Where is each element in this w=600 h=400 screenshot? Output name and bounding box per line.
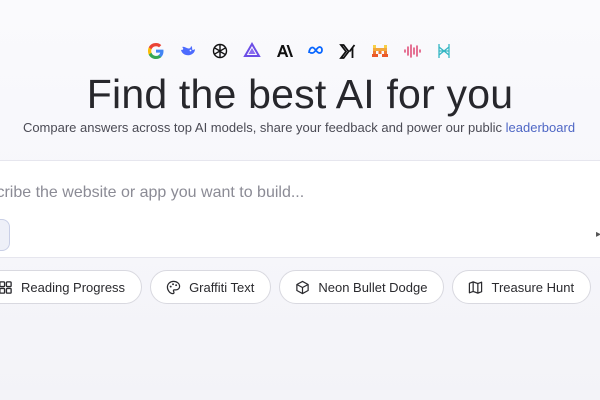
map-icon xyxy=(467,279,483,295)
openai-icon xyxy=(211,42,229,60)
suggestion-chip-label: Treasure Hunt xyxy=(491,279,575,295)
google-icon xyxy=(147,42,165,60)
attach-button[interactable] xyxy=(0,219,10,251)
prompt-box: ▸ xyxy=(0,160,600,258)
suggestion-chip-label: Neon Bullet Dodge xyxy=(318,279,428,295)
grid-layout-icon xyxy=(0,279,13,295)
purple-triangle-icon xyxy=(243,42,261,60)
mistral-icon xyxy=(371,42,389,60)
meta-icon xyxy=(307,42,325,60)
suggestion-chip-treasure-hunt[interactable]: Treasure Hunt xyxy=(452,270,592,304)
anthropic-icon xyxy=(275,42,293,60)
leaderboard-link[interactable]: leaderboard xyxy=(506,120,575,135)
prompt-input[interactable] xyxy=(0,181,568,205)
deepseek-whale-icon xyxy=(179,42,197,60)
cyan-network-icon xyxy=(435,42,453,60)
suggestion-chip-neon-bullet-dodge[interactable]: Neon Bullet Dodge xyxy=(279,270,445,304)
suggestion-chip-graffiti-text[interactable]: Graffiti Text xyxy=(150,270,272,304)
suggestion-chip-reading-progress[interactable]: Reading Progress xyxy=(0,270,143,304)
send-button[interactable]: ▸ xyxy=(596,229,600,240)
subtitle-text: Compare answers across top AI models, sh… xyxy=(22,120,503,135)
palette-icon xyxy=(165,279,181,295)
xai-icon xyxy=(339,42,357,60)
cube-icon xyxy=(294,279,310,295)
page-subtitle: Compare answers across top AI models, sh… xyxy=(0,119,598,137)
suggestion-chip-label: Graffiti Text xyxy=(189,279,255,295)
suggestion-chips: Reading Progress Graffiti Text Neon Bull… xyxy=(0,270,592,306)
model-logo-row xyxy=(0,42,600,62)
suggestion-chip-label: Reading Progress xyxy=(21,279,126,295)
soundwave-icon xyxy=(403,42,421,60)
page-title: Find the best AI for you xyxy=(86,71,514,117)
